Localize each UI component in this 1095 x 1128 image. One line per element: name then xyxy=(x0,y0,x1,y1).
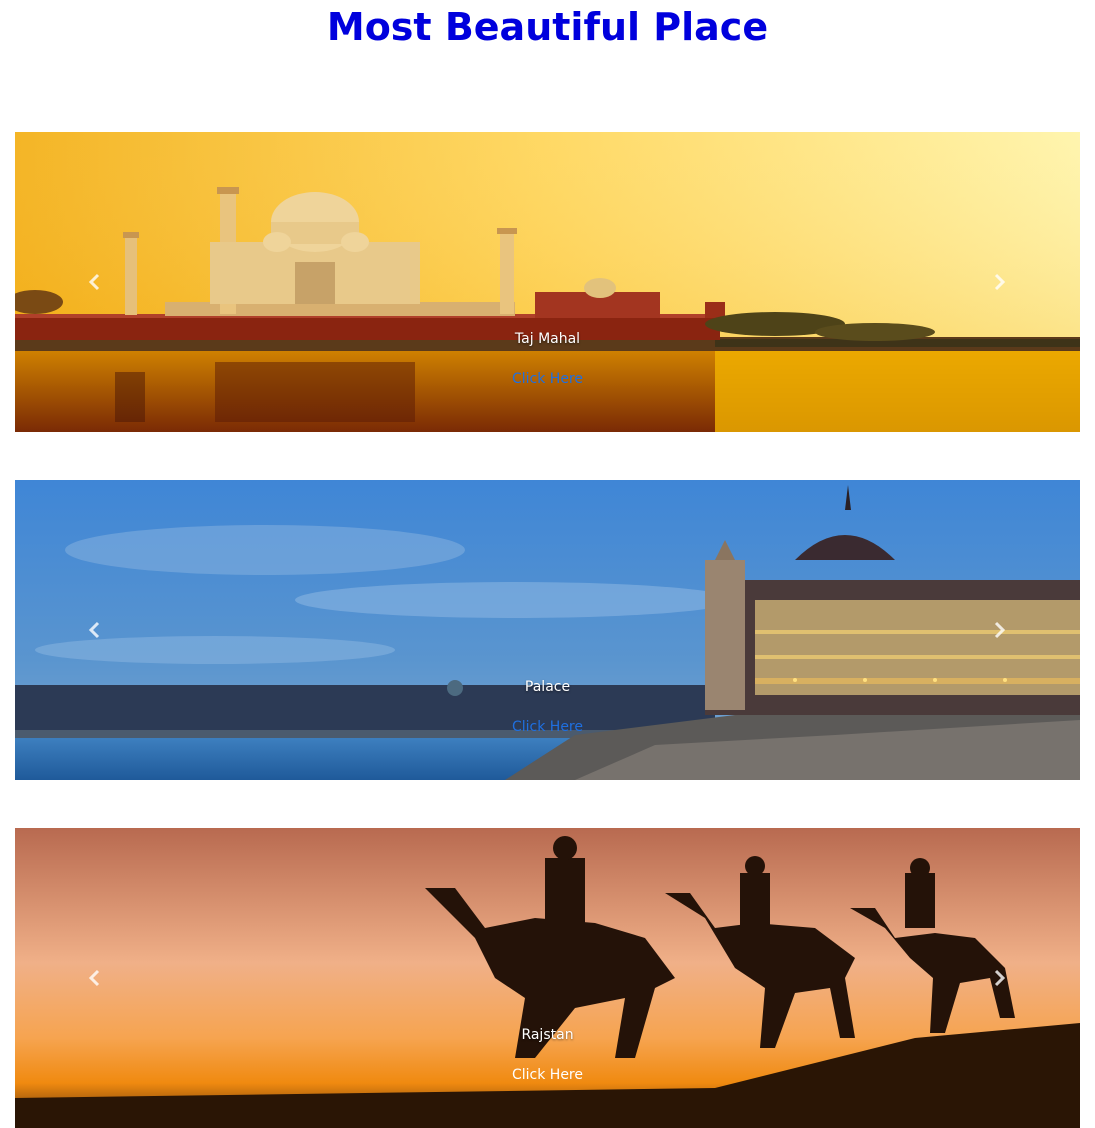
slide-caption-title: Rajstan xyxy=(521,1027,574,1043)
chevron-left-icon xyxy=(88,273,100,291)
page-title: Most Beautiful Place xyxy=(326,5,769,49)
click-here-link[interactable]: Click Here xyxy=(15,371,1080,387)
taj-mahal-image xyxy=(15,132,1080,432)
carousel-prev-button[interactable] xyxy=(83,270,107,294)
carousel-next-button[interactable] xyxy=(987,966,1011,990)
carousel-slide-rajstan: Rajstan Click Here xyxy=(15,828,1080,1128)
chevron-left-icon xyxy=(88,969,100,987)
carousel-prev-button[interactable] xyxy=(83,618,107,642)
carousel-next-button[interactable] xyxy=(987,270,1011,294)
chevron-right-icon xyxy=(994,969,1006,987)
chevron-left-icon xyxy=(88,621,100,639)
carousel-slide-palace: Palace Click Here xyxy=(15,480,1080,780)
rajstan-image xyxy=(15,828,1080,1128)
click-here-link[interactable]: Click Here xyxy=(15,1067,1080,1083)
chevron-right-icon xyxy=(994,273,1006,291)
carousel-next-button[interactable] xyxy=(987,618,1011,642)
slide-caption-title: Taj Mahal xyxy=(514,331,581,347)
click-here-link[interactable]: Click Here xyxy=(15,719,1080,735)
carousel-slide-taj-mahal: Taj Mahal Click Here xyxy=(15,132,1080,432)
carousel-prev-button[interactable] xyxy=(83,966,107,990)
chevron-right-icon xyxy=(994,621,1006,639)
palace-image xyxy=(15,480,1080,780)
slide-caption-title: Palace xyxy=(524,679,571,695)
